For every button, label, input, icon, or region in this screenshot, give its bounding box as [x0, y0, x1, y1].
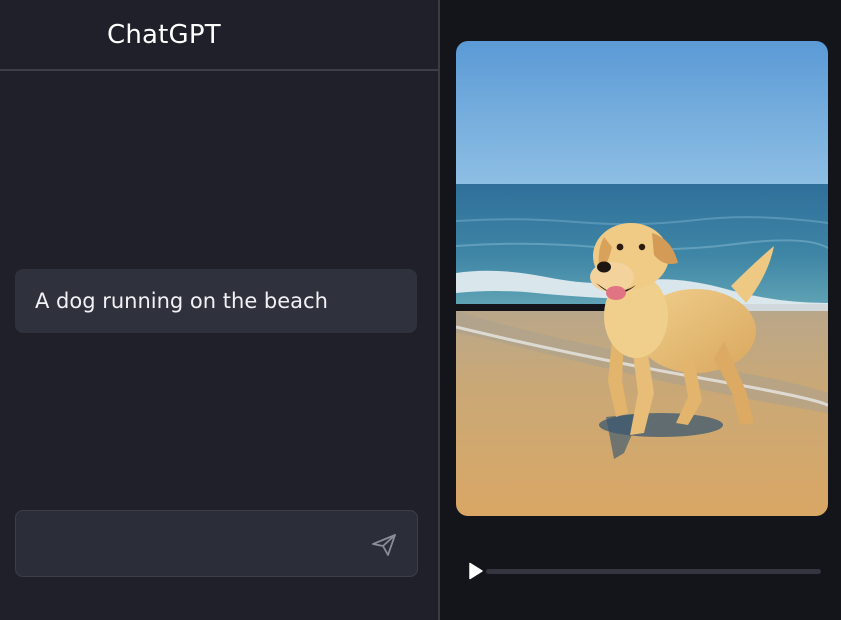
chat-panel: ChatGPT A dog running on the beach: [0, 0, 438, 620]
dog-on-beach-image: [456, 41, 828, 516]
app-window: ChatGPT A dog running on the beach: [0, 0, 841, 620]
user-message-text: A dog running on the beach: [35, 289, 328, 313]
send-icon: [372, 534, 396, 556]
video-progress-bar[interactable]: [486, 569, 821, 574]
user-message: A dog running on the beach: [15, 269, 417, 333]
play-icon: [469, 562, 483, 580]
video-player-controls: [468, 560, 823, 582]
video-frame[interactable]: [456, 41, 828, 516]
play-button[interactable]: [468, 562, 484, 580]
message-input[interactable]: [30, 525, 364, 565]
chat-header: ChatGPT: [0, 0, 438, 71]
app-title: ChatGPT: [107, 20, 221, 50]
media-panel: [440, 0, 841, 620]
message-composer[interactable]: [15, 510, 418, 577]
send-button[interactable]: [366, 531, 402, 559]
